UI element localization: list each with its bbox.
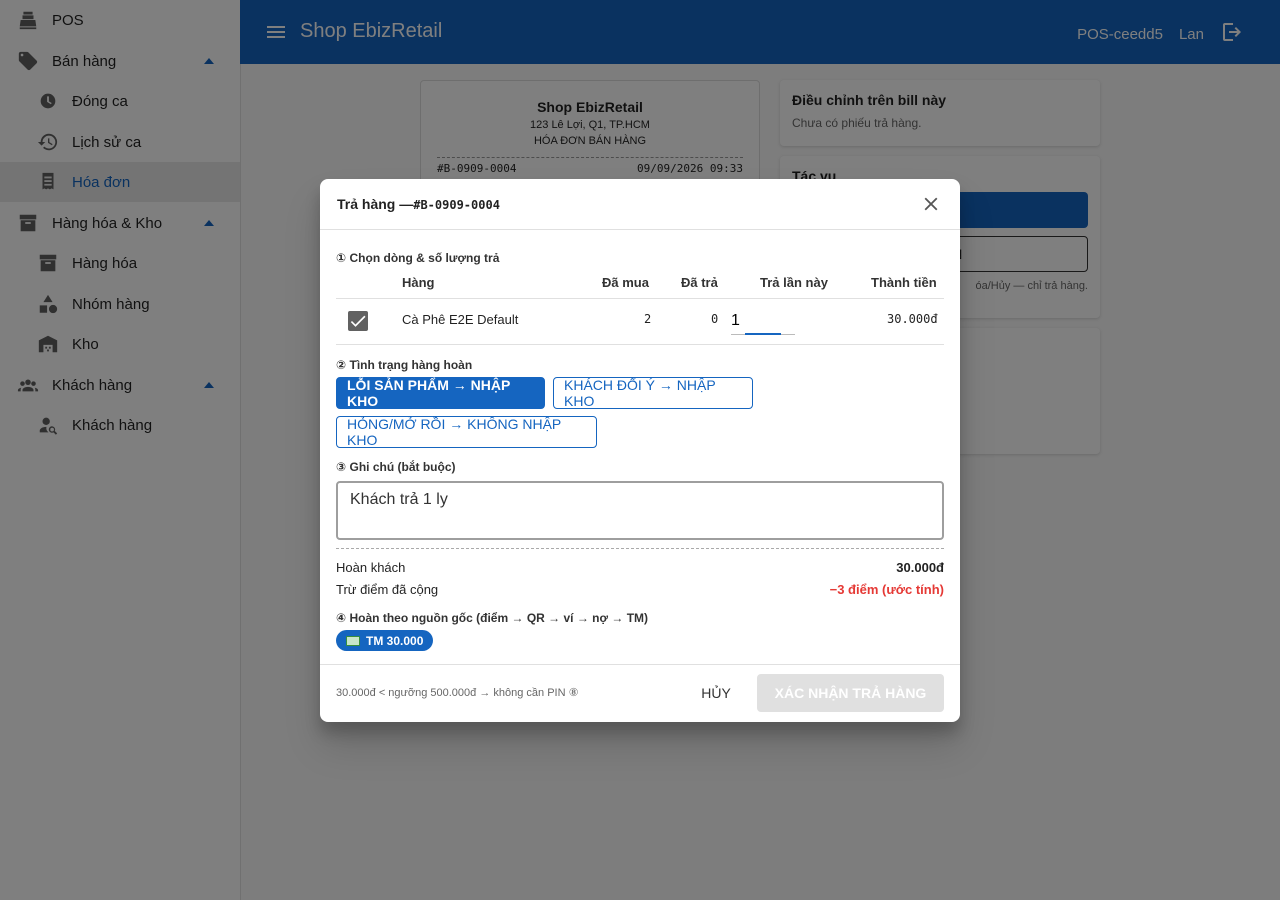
refund-label: Hoàn khách xyxy=(336,560,406,575)
col-this-time: Trả lần này xyxy=(760,275,828,290)
step4-label: ④ Hoàn theo nguồn gốc (điểm → QR → ví → … xyxy=(336,611,649,625)
points-row: Trừ điểm đã cộng −3 điểm (ước tính) xyxy=(336,582,944,597)
return-qty-input[interactable] xyxy=(731,307,795,335)
col-amount: Thành tiền xyxy=(871,275,937,290)
pin-note: 30.000đ < ngưỡng 500.000đ → không cần PI… xyxy=(336,687,579,699)
reason-damaged-button[interactable]: HỎNG/MỞ RỒI → KHÔNG NHẬP KHO xyxy=(336,416,597,448)
row-checkbox[interactable] xyxy=(348,311,368,331)
points-label: Trừ điểm đã cộng xyxy=(336,582,439,597)
step2-label: ② Tình trạng hàng hoàn xyxy=(336,358,473,372)
note-field[interactable]: Khách trả 1 ly xyxy=(336,481,944,540)
dialog-title: Trả hàng —#B-0909-0004 xyxy=(337,196,500,212)
reason-defect-button[interactable]: LỖI SẢN PHẨM → NHẬP KHO xyxy=(336,377,545,409)
chip-label: TM 30.000 xyxy=(366,633,424,648)
row-amount: 30.000đ xyxy=(887,312,938,326)
cancel-button[interactable]: HỦY xyxy=(690,678,742,708)
row-item-name: Cà Phê E2E Default xyxy=(402,312,519,327)
col-returned: Đã trả xyxy=(681,275,718,290)
cash-icon xyxy=(346,635,360,646)
close-icon[interactable] xyxy=(920,193,942,215)
reason-change-mind-button[interactable]: KHÁCH ĐỔI Ý → NHẬP KHO xyxy=(553,377,753,409)
refund-value: 30.000đ xyxy=(896,560,944,575)
refund-row: Hoàn khách 30.000đ xyxy=(336,560,944,575)
step3-label: ③ Ghi chú (bắt buộc) xyxy=(336,460,456,474)
row-returned: 0 xyxy=(711,312,719,326)
step1-label: ① Chọn dòng & số lượng trả xyxy=(336,251,500,265)
refund-method-chip: TM 30.000 xyxy=(336,630,434,651)
col-bought: Đã mua xyxy=(602,275,649,290)
col-item: Hàng xyxy=(402,275,435,290)
invoice-code: #B-0909-0004 xyxy=(413,198,500,212)
row-bought: 2 xyxy=(644,312,652,326)
return-dialog: Trả hàng —#B-0909-0004 ① Chọn dòng & số … xyxy=(320,179,960,722)
confirm-return-button[interactable]: XÁC NHẬN TRẢ HÀNG xyxy=(757,674,944,712)
points-value: −3 điểm (ước tính) xyxy=(829,582,944,597)
